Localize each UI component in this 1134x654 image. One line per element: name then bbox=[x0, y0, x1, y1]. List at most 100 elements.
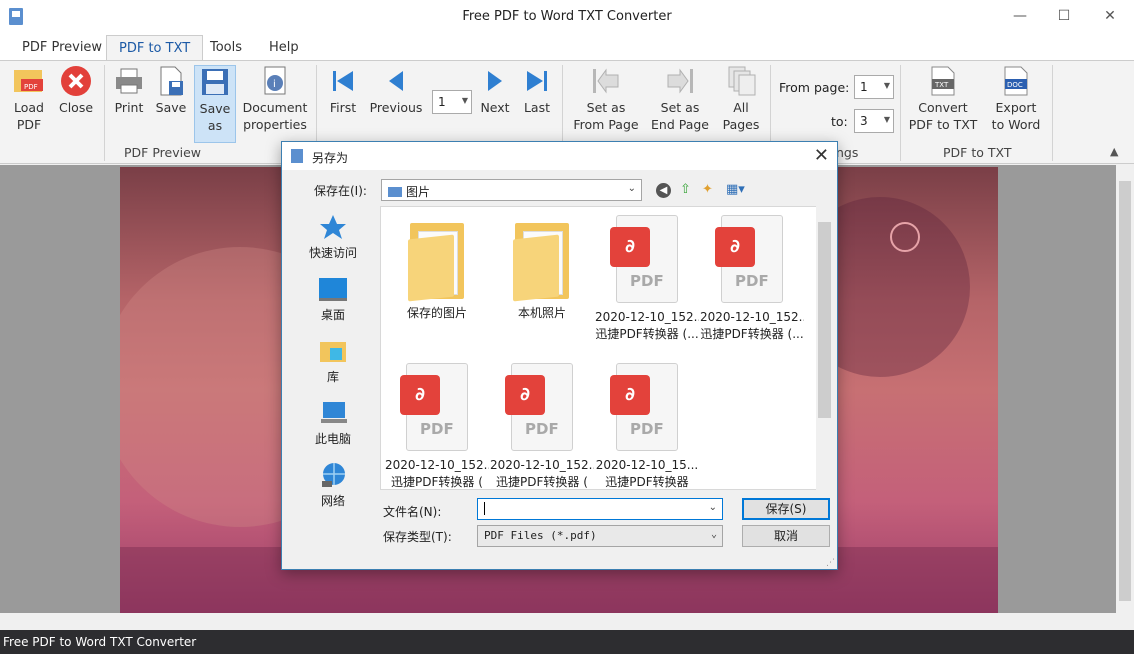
collapse-ribbon-icon[interactable]: ▲ bbox=[1110, 145, 1118, 158]
file-name: 2020-12-10_152... bbox=[385, 458, 489, 472]
save-icon bbox=[155, 65, 187, 97]
to-page-spinner[interactable]: 3 ▼ bbox=[854, 109, 894, 133]
first-page-button[interactable]: First bbox=[324, 65, 362, 116]
list-item-pdf[interactable]: ∂ PDF 2020-12-10_152... 迅捷PDF转换器 ( bbox=[385, 363, 489, 489]
document-properties-label: Document properties bbox=[242, 100, 308, 132]
list-item-folder[interactable]: 本机照片 bbox=[490, 217, 594, 322]
export-to-word-button[interactable]: DOC Export to Word bbox=[986, 65, 1046, 133]
desktop-icon bbox=[318, 276, 348, 302]
previous-page-label: Previous bbox=[369, 100, 423, 115]
window-title: Free PDF to Word TXT Converter bbox=[462, 9, 672, 24]
list-item-pdf[interactable]: ∂ PDF 2020-12-10_152... 迅捷PDF转换器 (... bbox=[595, 215, 699, 343]
previous-page-button[interactable]: Previous bbox=[368, 65, 424, 116]
place-network[interactable]: 网络 bbox=[288, 462, 378, 509]
preview-vertical-scrollbar[interactable] bbox=[1116, 165, 1134, 613]
page-number-spinner[interactable]: 1 ▼ bbox=[432, 90, 472, 114]
dialog-close-button[interactable]: ✕ bbox=[814, 145, 829, 166]
list-item-pdf[interactable]: ∂ PDF 2020-12-10_152... 迅捷PDF转换器 (... bbox=[700, 215, 804, 343]
print-button[interactable]: Print bbox=[110, 65, 148, 116]
maximize-button[interactable]: ☐ bbox=[1041, 0, 1087, 32]
chevron-down-icon: ▼ bbox=[461, 96, 468, 105]
file-list-scrollbar[interactable] bbox=[816, 206, 833, 490]
close-window-button[interactable]: ✕ bbox=[1087, 0, 1133, 32]
place-this-pc[interactable]: 此电脑 bbox=[288, 400, 378, 447]
library-icon bbox=[318, 338, 348, 364]
set-end-page-button[interactable]: Set as End Page bbox=[648, 65, 712, 133]
convert-pdf-to-txt-button[interactable]: TXT Convert PDF to TXT bbox=[906, 65, 980, 133]
save-as-icon bbox=[199, 66, 231, 98]
scrollbar-thumb[interactable] bbox=[1119, 181, 1131, 601]
tab-pdf-preview[interactable]: PDF Preview bbox=[10, 35, 114, 61]
pdf-file-icon: ∂ PDF bbox=[610, 215, 684, 305]
last-page-button[interactable]: Last bbox=[520, 65, 554, 116]
place-quick-access[interactable]: 快速访问 bbox=[288, 214, 378, 261]
save-as-button[interactable]: Save as bbox=[194, 65, 236, 143]
last-page-icon bbox=[521, 65, 553, 97]
scrollbar-thumb[interactable] bbox=[818, 222, 831, 418]
save-as-dialog: 另存为 ✕ 保存在(I): 图片 ⌄ ◀ ⇧ ✦ ▦▾ 快速访问 桌面 库 此电… bbox=[281, 141, 838, 570]
chevron-down-icon: ⌄ bbox=[708, 502, 717, 513]
save-as-label: Save as bbox=[199, 101, 231, 133]
export-to-word-label: Export to Word bbox=[991, 100, 1041, 132]
tab-pdf-to-txt[interactable]: PDF to TXT bbox=[106, 35, 204, 61]
place-label: 桌面 bbox=[320, 308, 345, 322]
filetype-value: PDF Files (*.pdf) bbox=[484, 529, 597, 542]
document-properties-button[interactable]: i Document properties bbox=[242, 65, 308, 133]
filename-input[interactable]: ⌄ bbox=[477, 498, 723, 520]
tab-tools[interactable]: Tools bbox=[198, 35, 254, 61]
dialog-title: 另存为 bbox=[312, 151, 349, 165]
view-menu-icon[interactable]: ▦▾ bbox=[726, 182, 745, 197]
save-button[interactable]: Save bbox=[152, 65, 190, 116]
list-item-pdf[interactable]: ∂ PDF 2020-12-10_152... 迅捷PDF转换器 ( bbox=[490, 363, 594, 489]
all-pages-label: All Pages bbox=[722, 100, 760, 132]
from-page-value: 1 bbox=[860, 80, 868, 94]
set-from-page-icon bbox=[590, 65, 622, 97]
new-folder-icon[interactable]: ✦ bbox=[702, 182, 713, 197]
all-pages-icon bbox=[725, 65, 757, 97]
folder-icon bbox=[513, 217, 571, 302]
set-from-page-label: Set as From Page bbox=[573, 100, 639, 132]
file-name: 保存的图片 bbox=[406, 306, 467, 320]
file-name: 2020-12-10_15... bbox=[595, 458, 699, 472]
from-page-label: From page: bbox=[779, 80, 850, 95]
list-item-pdf[interactable]: ∂ PDF 2020-12-10_15... 迅捷PDF转换器 bbox=[595, 363, 699, 489]
next-page-button[interactable]: Next bbox=[478, 65, 512, 116]
from-page-spinner[interactable]: 1 ▼ bbox=[854, 75, 894, 99]
place-libraries[interactable]: 库 bbox=[288, 338, 378, 385]
file-list[interactable]: 保存的图片 本机照片 ∂ PDF 2020-12-10_152... 迅捷PDF转… bbox=[380, 206, 817, 490]
file-name-line2: 迅捷PDF转换器 (... bbox=[700, 327, 804, 341]
place-label: 快速访问 bbox=[308, 246, 357, 260]
place-desktop[interactable]: 桌面 bbox=[288, 276, 378, 323]
svg-text:TXT: TXT bbox=[934, 81, 949, 89]
resize-grip-icon[interactable]: ⋰ bbox=[826, 558, 835, 568]
list-item-folder[interactable]: 保存的图片 bbox=[385, 217, 489, 322]
star-icon bbox=[318, 214, 348, 240]
close-pdf-button[interactable]: Close bbox=[56, 65, 96, 116]
dialog-title-bar: 另存为 ✕ bbox=[282, 142, 837, 170]
look-in-combo[interactable]: 图片 ⌄ bbox=[381, 179, 642, 201]
previous-page-icon bbox=[380, 65, 412, 97]
load-pdf-label: Load PDF bbox=[14, 100, 44, 132]
set-from-page-button[interactable]: Set as From Page bbox=[570, 65, 642, 133]
all-pages-button[interactable]: All Pages bbox=[718, 65, 764, 133]
dialog-save-button[interactable]: 保存(S) bbox=[742, 498, 830, 520]
svg-text:PDF: PDF bbox=[24, 83, 38, 91]
minimize-button[interactable]: — bbox=[997, 0, 1043, 32]
group-label-pdf-preview: PDF Preview bbox=[124, 145, 201, 160]
up-folder-icon[interactable]: ⇧ bbox=[680, 182, 691, 197]
back-icon[interactable]: ◀ bbox=[656, 182, 671, 198]
tab-help[interactable]: Help bbox=[257, 35, 311, 61]
file-name: 2020-12-10_152... bbox=[700, 310, 804, 324]
filetype-select[interactable]: PDF Files (*.pdf) ⌄ bbox=[477, 525, 723, 547]
menu-bar: PDF Preview PDF to TXT Tools Help bbox=[0, 34, 1134, 61]
svg-text:i: i bbox=[273, 79, 276, 90]
preview-horizontal-scrollbar[interactable] bbox=[0, 613, 1134, 630]
ribbon-separator bbox=[900, 65, 901, 161]
folder-icon bbox=[408, 217, 466, 302]
load-pdf-button[interactable]: PDF Load PDF bbox=[8, 65, 50, 133]
title-bar: Free PDF to Word TXT Converter — ☐ ✕ bbox=[0, 0, 1134, 34]
file-name-line2: 迅捷PDF转换器 ( bbox=[496, 475, 588, 489]
file-name-line2: 迅捷PDF转换器 ( bbox=[391, 475, 483, 489]
to-page-label: to: bbox=[831, 114, 848, 129]
dialog-cancel-button[interactable]: 取消 bbox=[742, 525, 830, 547]
